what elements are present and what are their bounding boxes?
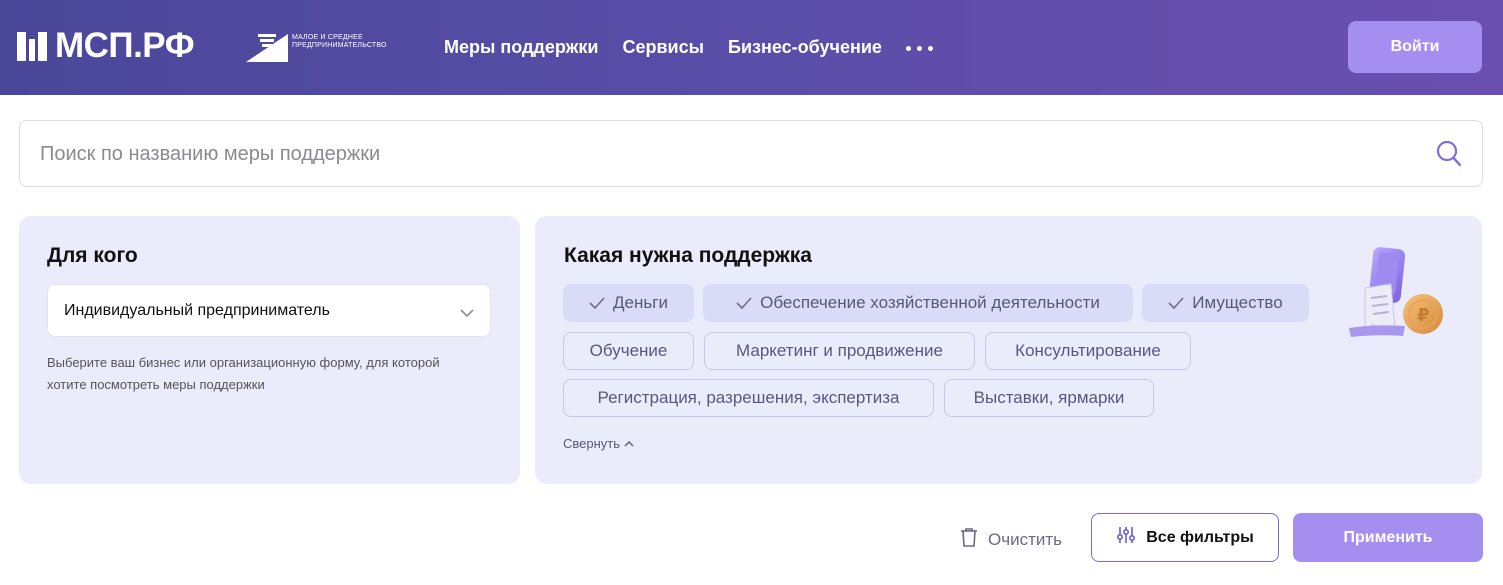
chip-label: Обучение <box>589 341 668 360</box>
chip-label: Регистрация, разрешения, экспертиза <box>597 388 900 407</box>
chevron-up-icon <box>624 436 634 451</box>
logo-text: МСП.РФ <box>55 26 195 65</box>
check-icon <box>589 297 605 309</box>
sublogo-text: МАЛОЕ И СРЕДНЕЕ ПРЕДПРИНИМАТЕЛЬСТВО <box>292 34 387 49</box>
trash-icon <box>960 527 978 552</box>
chip-business-operations[interactable]: Обеспечение хозяйственной деятельности <box>703 284 1133 322</box>
for-whom-hint: Выберите ваш бизнес или организационную … <box>47 355 440 392</box>
business-type-value: Индивидуальный предприниматель <box>64 302 330 319</box>
main-nav: Меры поддержки Сервисы Бизнес-обучение <box>444 35 933 59</box>
site-logo[interactable]: МСП.РФ <box>17 26 195 65</box>
nav-item-business-education[interactable]: Бизнес-обучение <box>728 35 882 59</box>
chip-consulting[interactable]: Консультирование <box>985 332 1191 370</box>
chip-label: Выставки, ярмарки <box>973 388 1125 407</box>
search-bar[interactable]: Поиск по названию меры поддержки <box>19 120 1483 187</box>
chip-marketing[interactable]: Маркетинг и продвижение <box>704 332 975 370</box>
chip-property[interactable]: Имущество <box>1142 284 1309 322</box>
nav-item-support[interactable]: Меры поддержки <box>444 35 598 59</box>
support-type-card: Какая нужна поддержка Деньги Обеспечение… <box>535 216 1482 484</box>
for-whom-title: Для кого <box>47 244 138 267</box>
for-whom-card: Для кого Индивидуальный предприниматель … <box>19 216 520 484</box>
collapse-toggle[interactable]: Свернуть <box>563 436 634 451</box>
support-type-title: Какая нужна поддержка <box>564 244 812 267</box>
nav-item-services[interactable]: Сервисы <box>622 35 704 59</box>
chip-money[interactable]: Деньги <box>563 284 694 322</box>
clear-label: Очистить <box>988 529 1063 549</box>
more-icon[interactable] <box>905 44 933 51</box>
check-icon <box>736 297 752 309</box>
chip-label: Консультирование <box>1015 341 1161 360</box>
chip-label: Маркетинг и продвижение <box>736 341 943 360</box>
national-projects-icon <box>246 34 288 62</box>
header: МСП.РФ МАЛОЕ И СРЕДНЕЕ ПРЕДПРИНИМАТЕЛЬСТ… <box>0 0 1503 95</box>
check-icon <box>1168 297 1184 309</box>
svg-text:₽: ₽ <box>1417 305 1430 326</box>
search-input[interactable]: Поиск по названию меры поддержки <box>40 143 380 166</box>
money-illustration-icon: ₽ <box>1345 244 1445 339</box>
business-type-select[interactable]: Индивидуальный предприниматель <box>47 284 491 337</box>
chip-label: Обеспечение хозяйственной деятельности <box>760 293 1100 312</box>
clear-button[interactable]: Очистить <box>960 527 1062 552</box>
chip-exhibitions[interactable]: Выставки, ярмарки <box>944 379 1154 417</box>
apply-button[interactable]: Применить <box>1293 513 1483 562</box>
login-button[interactable]: Войти <box>1348 21 1482 73</box>
logo-mark-icon <box>17 31 47 61</box>
chevron-down-icon <box>460 305 474 323</box>
sliders-icon <box>1116 525 1136 550</box>
chip-education[interactable]: Обучение <box>563 332 694 370</box>
all-filters-button[interactable]: Все фильтры <box>1091 513 1279 562</box>
chip-registration[interactable]: Регистрация, разрешения, экспертиза <box>563 379 934 417</box>
national-projects-logo[interactable]: МАЛОЕ И СРЕДНЕЕ ПРЕДПРИНИМАТЕЛЬСТВО <box>246 32 402 62</box>
all-filters-label: Все фильтры <box>1146 528 1254 546</box>
collapse-label: Свернуть <box>563 436 621 451</box>
chip-label: Деньги <box>613 293 668 312</box>
chip-label: Имущество <box>1192 293 1283 312</box>
search-icon[interactable] <box>1436 140 1462 173</box>
